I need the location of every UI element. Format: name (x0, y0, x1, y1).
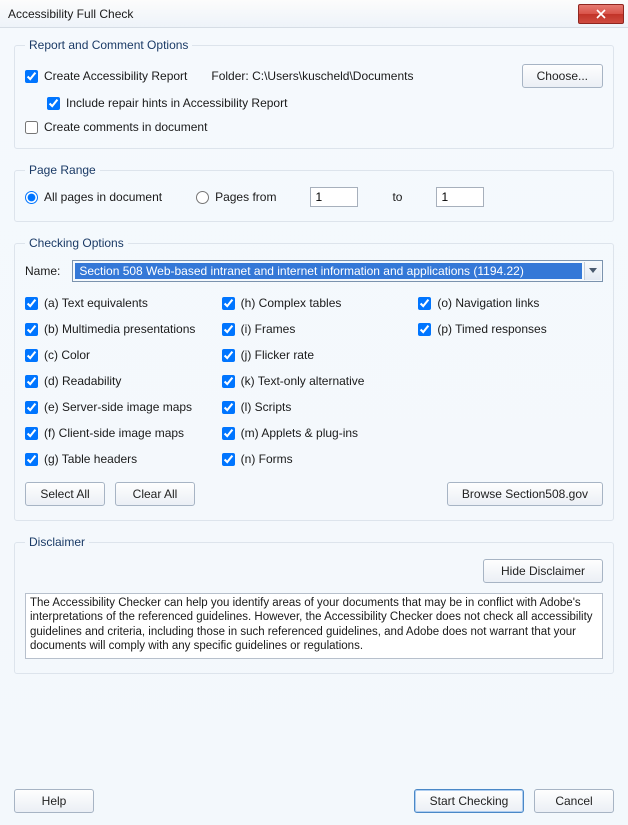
chk-k[interactable]: (k) Text-only alternative (222, 374, 407, 388)
chk-m[interactable]: (m) Applets & plug-ins (222, 426, 407, 440)
create-comments-input[interactable] (25, 121, 38, 134)
include-hints-input[interactable] (47, 97, 60, 110)
checking-options-legend: Checking Options (25, 236, 128, 250)
page-from-field[interactable] (310, 187, 358, 207)
choose-button[interactable]: Choose... (522, 64, 603, 88)
folder-path: C:\Users\kuscheld\Documents (252, 69, 413, 83)
chevron-down-icon (584, 262, 601, 280)
titlebar: Accessibility Full Check (0, 0, 628, 28)
page-to-field[interactable] (436, 187, 484, 207)
checking-options-group: Checking Options Name: Section 508 Web-b… (14, 236, 614, 521)
create-report-checkbox[interactable]: Create Accessibility Report (25, 69, 187, 83)
bottom-button-bar: Help Start Checking Cancel (14, 789, 614, 813)
page-range-legend: Page Range (25, 163, 100, 177)
clear-all-button[interactable]: Clear All (115, 482, 195, 506)
folder-label: Folder: C:\Users\kuscheld\Documents (211, 69, 413, 83)
chk-i[interactable]: (i) Frames (222, 322, 407, 336)
chk-e[interactable]: (e) Server-side image maps (25, 400, 210, 414)
cancel-button[interactable]: Cancel (534, 789, 614, 813)
chk-f[interactable]: (f) Client-side image maps (25, 426, 210, 440)
all-pages-radio[interactable]: All pages in document (25, 190, 162, 204)
chk-d[interactable]: (d) Readability (25, 374, 210, 388)
create-report-label: Create Accessibility Report (44, 69, 187, 83)
hide-disclaimer-button[interactable]: Hide Disclaimer (483, 559, 603, 583)
name-label: Name: (25, 264, 60, 278)
include-hints-checkbox[interactable]: Include repair hints in Accessibility Re… (47, 96, 603, 110)
close-button[interactable] (578, 4, 624, 24)
chk-g[interactable]: (g) Table headers (25, 452, 210, 466)
chk-a[interactable]: (a) Text equivalents (25, 296, 210, 310)
chk-h[interactable]: (h) Complex tables (222, 296, 407, 310)
chk-n[interactable]: (n) Forms (222, 452, 407, 466)
chk-l[interactable]: (l) Scripts (222, 400, 407, 414)
all-pages-label: All pages in document (44, 190, 162, 204)
pages-from-input[interactable] (196, 191, 209, 204)
to-label: to (392, 190, 402, 204)
start-checking-button[interactable]: Start Checking (414, 789, 524, 813)
disclaimer-group: Disclaimer Hide Disclaimer The Accessibi… (14, 535, 614, 674)
chk-j[interactable]: (j) Flicker rate (222, 348, 407, 362)
create-report-input[interactable] (25, 70, 38, 83)
report-options-group: Report and Comment Options Create Access… (14, 38, 614, 149)
checking-name-select[interactable]: Section 508 Web-based intranet and inter… (72, 260, 603, 282)
chk-o[interactable]: (o) Navigation links (418, 296, 603, 310)
create-comments-label: Create comments in document (44, 120, 207, 134)
chk-b[interactable]: (b) Multimedia presentations (25, 322, 210, 336)
checking-name-value: Section 508 Web-based intranet and inter… (75, 263, 582, 279)
create-comments-checkbox[interactable]: Create comments in document (25, 120, 603, 134)
close-icon (596, 9, 606, 19)
chk-p[interactable]: (p) Timed responses (418, 322, 603, 336)
report-options-legend: Report and Comment Options (25, 38, 192, 52)
select-all-button[interactable]: Select All (25, 482, 105, 506)
disclaimer-legend: Disclaimer (25, 535, 89, 549)
chk-c[interactable]: (c) Color (25, 348, 210, 362)
disclaimer-text: The Accessibility Checker can help you i… (30, 597, 593, 652)
pages-from-label: Pages from (215, 190, 276, 204)
include-hints-label: Include repair hints in Accessibility Re… (66, 96, 287, 110)
help-button[interactable]: Help (14, 789, 94, 813)
all-pages-input[interactable] (25, 191, 38, 204)
check-items-grid: (a) Text equivalents (h) Complex tables … (25, 296, 603, 466)
disclaimer-textbox[interactable]: The Accessibility Checker can help you i… (25, 593, 603, 659)
pages-from-radio[interactable]: Pages from (196, 190, 276, 204)
window-title: Accessibility Full Check (8, 7, 133, 21)
page-range-group: Page Range All pages in document Pages f… (14, 163, 614, 222)
browse-section508-button[interactable]: Browse Section508.gov (447, 482, 603, 506)
